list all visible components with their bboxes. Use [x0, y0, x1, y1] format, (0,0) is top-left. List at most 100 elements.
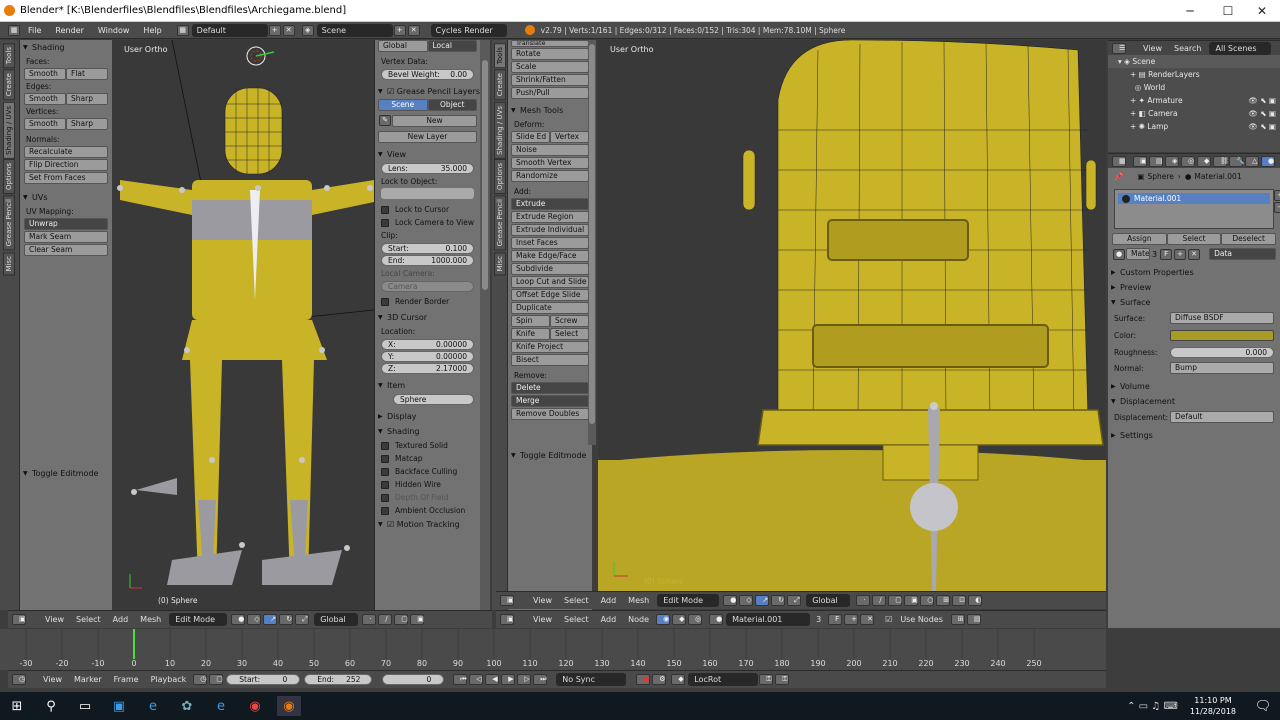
menu-file[interactable]: File — [21, 26, 48, 35]
lock-object-field[interactable] — [381, 188, 474, 199]
timeline-menu-view[interactable]: View — [37, 675, 68, 684]
close-button[interactable]: ✕ — [1244, 0, 1280, 22]
blender-taskbar-icon[interactable]: ◉ — [277, 696, 301, 716]
pin-icon[interactable]: 📌 — [1114, 172, 1123, 181]
deselect-button[interactable]: Deselect — [1221, 233, 1277, 245]
left-menu-add[interactable]: Add — [107, 615, 135, 624]
gp-scene-button[interactable]: Scene — [378, 99, 428, 111]
outliner-filter-dropdown[interactable]: All Scenes — [1209, 41, 1272, 55]
delete-dropdown[interactable]: Delete — [511, 382, 589, 394]
node-fake-user-icon[interactable]: F — [828, 614, 843, 625]
tab-shading-uvs[interactable]: Shading / UVs — [3, 101, 15, 159]
knife-select-button[interactable]: Select — [550, 328, 589, 340]
subdivide-button[interactable]: Subdivide — [511, 263, 589, 275]
smooth-vertex-button[interactable]: Smooth Vertex — [511, 157, 589, 169]
depth-of-field-checkbox[interactable]: Depth Of Field — [375, 491, 480, 504]
outliner-item-camera[interactable]: + ◧ Camera 👁 ⬉ ▣ — [1108, 107, 1280, 120]
prop-world-icon[interactable]: ◎ — [1181, 155, 1195, 167]
left-scale-icon[interactable]: ⤢ — [295, 614, 310, 625]
clip-end-field[interactable]: End: 1000.000 — [381, 255, 474, 266]
motion-tracking-header[interactable]: ☑ Motion Tracking — [375, 517, 480, 532]
noise-button[interactable]: Noise — [511, 144, 589, 156]
node-backdrop-icon[interactable]: ▤ — [966, 614, 981, 625]
scale-button[interactable]: Scale — [511, 61, 589, 73]
prev-key-icon[interactable]: ◁ — [469, 674, 484, 685]
remove-slot-icon[interactable]: − — [1274, 202, 1280, 213]
prop-data-icon[interactable]: △ — [1245, 155, 1259, 167]
material-slot-item[interactable]: Material.001 — [1118, 193, 1270, 204]
right-menu-select[interactable]: Select — [558, 596, 595, 605]
chrome-icon[interactable]: ◉ — [243, 696, 267, 716]
surface-shader-dropdown[interactable]: Diffuse BSDF — [1170, 312, 1274, 324]
cursor-x-field[interactable]: X: 0.00000 — [381, 339, 474, 350]
timeline-ruler[interactable]: -30 -20 -10 0 10 20 30 40 50 60 70 80 90 100 110 120 130… — [0, 629, 1106, 670]
right-shading-icon[interactable]: ● — [723, 595, 738, 606]
right-proportional-icon[interactable]: ○ — [920, 595, 935, 606]
cursor-y-field[interactable]: Y: 0.00000 — [381, 351, 474, 362]
start-icon[interactable]: ⊞ — [5, 696, 29, 716]
faces-flat-button[interactable]: Flat — [66, 68, 108, 80]
ie-icon[interactable]: e — [209, 696, 233, 716]
prop-layers-icon[interactable]: ▤ — [1149, 155, 1163, 167]
record-icon[interactable]: ● — [636, 674, 651, 685]
preview-range-icon[interactable]: ◷ — [193, 674, 208, 685]
vertices-sharp-button[interactable]: Sharp — [66, 118, 108, 130]
matcap-checkbox[interactable]: Matcap — [375, 452, 480, 465]
push-pull-button[interactable]: Push/Pull — [511, 87, 589, 99]
add-scene-icon[interactable]: + — [393, 24, 406, 36]
render-engine-dropdown[interactable]: Cycles Render — [430, 23, 507, 37]
store-icon[interactable]: ▣ — [107, 696, 131, 716]
left-menu-mesh[interactable]: Mesh — [134, 615, 167, 624]
prop-object-icon[interactable]: ◆ — [1197, 155, 1211, 167]
spin-button[interactable]: Spin — [511, 315, 550, 327]
make-edge-face-button[interactable]: Make Edge/Face — [511, 250, 589, 262]
textured-solid-checkbox[interactable]: Textured Solid — [375, 439, 480, 452]
surface-header[interactable]: Surface — [1108, 295, 1280, 310]
delete-keyframe-icon[interactable]: ⚿ — [775, 674, 790, 685]
mid-tab-create[interactable]: Create — [494, 69, 506, 101]
prop-modifiers-icon[interactable]: 🔧 — [1229, 155, 1245, 167]
mark-seam-button[interactable]: Mark Seam — [24, 231, 108, 243]
backface-culling-checkbox[interactable]: Backface Culling — [375, 465, 480, 478]
node-new-material-icon[interactable]: + — [844, 614, 859, 625]
left-edge-select-icon[interactable]: / — [378, 614, 393, 625]
item-header[interactable]: Item — [375, 378, 480, 393]
prop-constraints-icon[interactable]: ⛓ — [1213, 155, 1229, 167]
preview-header[interactable]: Preview — [1108, 280, 1280, 295]
tab-global[interactable]: Global — [378, 40, 428, 52]
next-key-icon[interactable]: ▷ — [517, 674, 532, 685]
lock-to-cursor-checkbox[interactable]: Lock to Cursor — [375, 203, 480, 216]
mid-toggle-editmode-header[interactable]: Toggle Editmode — [508, 448, 592, 463]
prop-material-icon[interactable]: ● — [1261, 155, 1275, 167]
node-object-icon[interactable]: ◆ — [672, 614, 687, 625]
outliner-item-scene[interactable]: ▾ ◈ Scene — [1108, 55, 1280, 68]
right-manipulator-icon[interactable]: ↗ — [755, 595, 770, 606]
shading-header[interactable]: Shading — [375, 424, 480, 439]
duplicate-button[interactable]: Duplicate — [511, 302, 589, 314]
node-world-icon[interactable]: ◎ — [688, 614, 703, 625]
randomize-button[interactable]: Randomize — [511, 170, 589, 182]
left-face-select-icon[interactable]: ▢ — [394, 614, 409, 625]
assign-button[interactable]: Assign — [1112, 233, 1167, 245]
displacement-header[interactable]: Displacement — [1108, 394, 1280, 409]
app-icon[interactable]: ✿ — [175, 696, 199, 716]
outliner-item-renderlayers[interactable]: + ▤ RenderLayers — [1108, 68, 1280, 81]
use-nodes-checkbox[interactable]: ☑ — [879, 615, 898, 624]
mid-tab-grease-pencil[interactable]: Grease Pencil — [494, 195, 506, 251]
extrude-individual-button[interactable]: Extrude Individual — [511, 224, 589, 236]
left-menu-view[interactable]: View — [39, 615, 70, 624]
end-frame-field[interactable]: End: 252 — [304, 674, 373, 685]
volume-header[interactable]: Volume — [1108, 379, 1280, 394]
roughness-field[interactable]: 0.000 — [1170, 347, 1274, 358]
left-shading-icon[interactable]: ● — [231, 614, 246, 625]
timeline-editor-icon[interactable]: ◷ — [12, 674, 26, 685]
uvs-panel-header[interactable]: UVs — [20, 190, 112, 205]
left-menu-select[interactable]: Select — [70, 615, 107, 624]
slide-vertex-button[interactable]: Vertex — [550, 131, 589, 143]
material-fake-user-icon[interactable]: F — [1160, 248, 1173, 260]
node-material-icon[interactable]: ● — [709, 614, 724, 625]
new-layer-button[interactable]: New Layer — [378, 131, 477, 143]
left-3d-viewport[interactable]: User Ortho (0) Sphere — [112, 40, 374, 610]
merge-dropdown[interactable]: Merge — [511, 395, 589, 407]
right-snap-target-icon[interactable]: ⊡ — [952, 595, 967, 606]
